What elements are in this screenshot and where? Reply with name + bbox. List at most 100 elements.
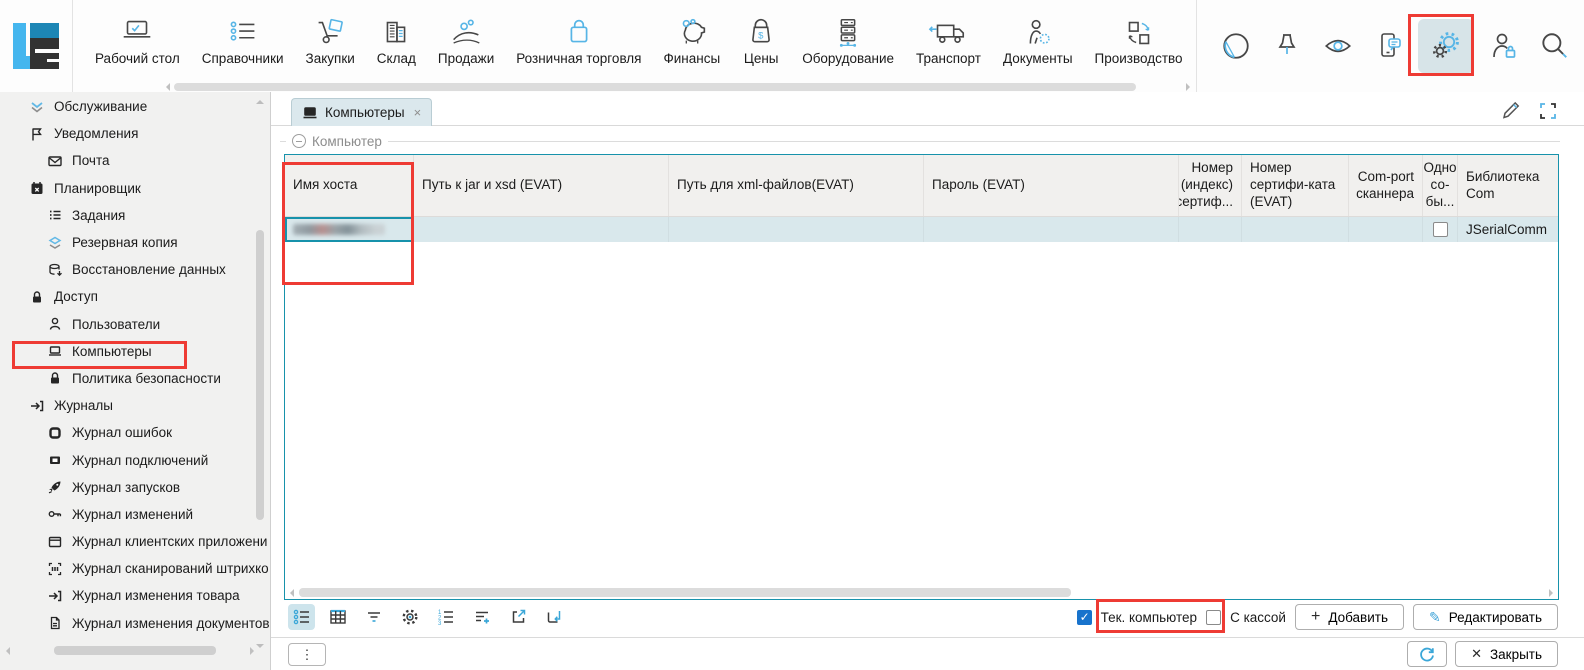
tab-computers[interactable]: Компьютеры ×	[291, 98, 432, 126]
column-header-com-library[interactable]: Библиотека Com	[1458, 155, 1558, 216]
lock-icon	[46, 370, 63, 387]
toolbar-module-finance[interactable]: Финансы	[664, 6, 721, 82]
add-button[interactable]: +Добавить	[1295, 604, 1404, 630]
table-row[interactable]: JSerialComm	[285, 217, 1558, 242]
with-cash-checkbox[interactable]	[1206, 610, 1221, 625]
with-cash-label[interactable]: С кассой	[1230, 610, 1286, 625]
sidebar-item-connection-log[interactable]: Журнал подключений	[0, 446, 270, 473]
filter-button[interactable]	[360, 604, 387, 630]
scrollbar-thumb[interactable]	[174, 83, 1136, 91]
com-port-cell[interactable]	[1349, 217, 1423, 242]
column-header-host[interactable]: Имя хоста	[285, 155, 414, 216]
sidebar-vertical-scrollbar[interactable]	[255, 94, 266, 654]
column-header-xml-path[interactable]: Путь для xml-файлов(EVAT)	[669, 155, 924, 216]
rocket-icon	[46, 479, 63, 496]
gear-button[interactable]	[396, 604, 423, 630]
module-label: Продажи	[438, 51, 494, 66]
scrollbar-thumb[interactable]	[54, 646, 216, 655]
groupbox-label: Компьютер	[312, 134, 382, 149]
sidebar-item-launch-log[interactable]: Журнал запусков	[0, 474, 270, 501]
sidebar-item-access[interactable]: Доступ	[0, 283, 270, 310]
column-header-password[interactable]: Пароль (EVAT)	[924, 155, 1179, 216]
toolbar-module-prices[interactable]: $ Цены	[742, 6, 780, 82]
eye-button[interactable]	[1316, 18, 1360, 74]
hand-coins-icon	[447, 6, 485, 50]
numbered-list-button[interactable]: 123	[432, 604, 459, 630]
window-icon	[46, 533, 63, 550]
sidebar-item-maintenance[interactable]: Обслуживание	[0, 93, 270, 120]
user-lock-button[interactable]	[1481, 18, 1525, 74]
sidebar-item-barcode-scan-log[interactable]: Журнал сканирований штрихко	[0, 555, 270, 582]
pie-chart-button[interactable]	[1214, 18, 1258, 74]
xml-path-cell[interactable]	[669, 217, 924, 242]
expand-icon[interactable]	[1538, 101, 1558, 121]
desktop-icon	[118, 6, 156, 50]
toolbar-module-equipment[interactable]: Оборудование	[802, 6, 894, 82]
column-header-single-event[interactable]: Одно со-бы...	[1423, 155, 1458, 216]
layers-icon	[46, 234, 63, 251]
current-computer-checkbox[interactable]	[1077, 610, 1092, 625]
pin-button[interactable]	[1265, 18, 1309, 74]
toolbar-module-transport[interactable]: Транспорт	[916, 6, 981, 82]
sidebar-item-notifications[interactable]: Уведомления	[0, 120, 270, 147]
sidebar-item-change-log[interactable]: Журнал изменений	[0, 501, 270, 528]
edit-button[interactable]: ✎Редактировать	[1413, 604, 1558, 630]
sidebar-item-product-change-log[interactable]: Журнал изменения товара	[0, 582, 270, 609]
toolbar-module-warehouse[interactable]: Склад	[377, 6, 416, 82]
toolbar-module-purchases[interactable]: Закупки	[306, 6, 355, 82]
settings-button[interactable]	[1418, 19, 1474, 73]
search-button[interactable]	[1532, 18, 1576, 74]
reload-loop-button[interactable]	[540, 604, 567, 630]
sidebar-item-restore[interactable]: Восстановление данных	[0, 256, 270, 283]
sidebar-item-client-apps-log[interactable]: Журнал клиентских приложени	[0, 528, 270, 555]
sidebar-horizontal-scrollbar[interactable]	[8, 646, 252, 655]
single-event-checkbox[interactable]	[1433, 222, 1448, 237]
toolbar-module-directories[interactable]: Справочники	[202, 6, 284, 82]
sidebar-item-journals[interactable]: Журналы	[0, 392, 270, 419]
column-header-jar-path[interactable]: Путь к jar и xsd (EVAT)	[414, 155, 669, 216]
sidebar-item-security-policy[interactable]: Политика безопасности	[0, 365, 270, 392]
export-button[interactable]	[504, 604, 531, 630]
refresh-button[interactable]	[1407, 641, 1447, 667]
truck-icon	[928, 6, 968, 50]
toolbar-module-production[interactable]: Производство	[1095, 6, 1183, 82]
square-ring-icon	[46, 424, 63, 441]
close-button[interactable]: ✕Закрыть	[1455, 641, 1558, 667]
com-library-cell[interactable]: JSerialComm	[1458, 217, 1558, 242]
toolbar-module-documents[interactable]: Документы	[1003, 6, 1073, 82]
scrollbar-thumb[interactable]	[299, 588, 1071, 597]
feedback-button[interactable]	[1367, 18, 1411, 74]
view-grid-button[interactable]	[324, 604, 351, 630]
host-cell[interactable]	[285, 217, 414, 242]
sidebar-item-computers[interactable]: Компьютеры	[0, 338, 270, 365]
current-computer-label[interactable]: Тек. компьютер	[1101, 610, 1197, 625]
table-horizontal-scrollbar[interactable]	[288, 588, 1555, 597]
cert-number-cell[interactable]	[1242, 217, 1349, 242]
more-options-button[interactable]: ⋮	[288, 643, 326, 666]
toolbar-horizontal-scrollbar[interactable]	[172, 83, 1184, 91]
sidebar-item-users[interactable]: Пользователи	[0, 311, 270, 338]
sidebar-item-document-change-log[interactable]: Журнал изменения документов	[0, 610, 270, 637]
sidebar-item-tasks[interactable]: Задания	[0, 202, 270, 229]
sidebar-item-error-log[interactable]: Журнал ошибок	[0, 419, 270, 446]
add-row-button[interactable]	[468, 604, 495, 630]
cert-index-cell[interactable]	[1179, 217, 1242, 242]
column-header-cert-index[interactable]: Номер (индекс) сертиф...	[1179, 155, 1242, 216]
jar-path-cell[interactable]	[414, 217, 669, 242]
edit-pencil-icon[interactable]	[1500, 99, 1522, 121]
column-header-cert-number[interactable]: Номер сертифи-ката (EVAT)	[1242, 155, 1349, 216]
collapse-icon[interactable]	[292, 134, 306, 148]
column-header-com-port[interactable]: Com-port сканнера	[1349, 155, 1423, 216]
toolbar-module-sales[interactable]: Продажи	[438, 6, 494, 82]
toolbar-module-desktop[interactable]: Рабочий стол	[95, 6, 180, 82]
toolbar-module-retail[interactable]: Розничная торговля	[516, 6, 641, 82]
view-list-button[interactable]	[288, 604, 315, 630]
sidebar-item-backup[interactable]: Резервная копия	[0, 229, 270, 256]
close-tab-icon[interactable]: ×	[414, 105, 422, 120]
password-cell[interactable]	[924, 217, 1179, 242]
sidebar-item-mail[interactable]: Почта	[0, 147, 270, 174]
single-event-cell[interactable]	[1423, 217, 1458, 242]
close-x-icon: ✕	[1471, 646, 1482, 662]
sidebar-item-scheduler[interactable]: Планировщик	[0, 175, 270, 202]
scrollbar-thumb[interactable]	[256, 230, 264, 520]
